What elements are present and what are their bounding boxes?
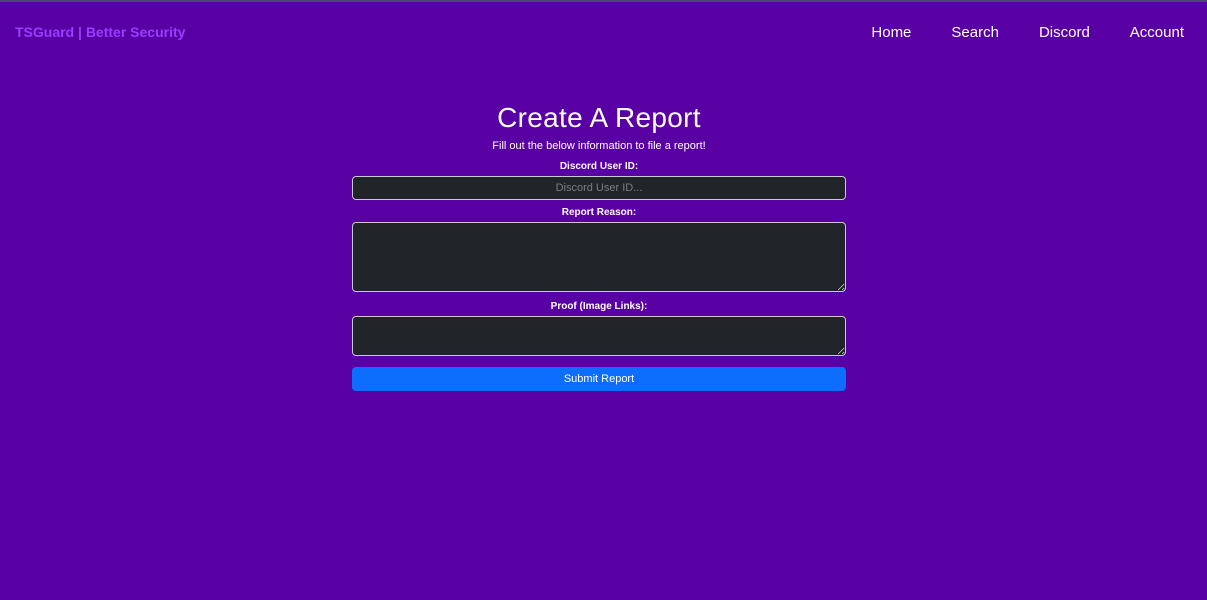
proof-label: Proof (Image Links): xyxy=(550,301,648,312)
report-reason-label: Report Reason: xyxy=(561,207,637,218)
page-title: Create A Report xyxy=(497,102,701,133)
brand-link[interactable]: TSGuard | Better Security xyxy=(15,24,185,40)
nav-link-account[interactable]: Account xyxy=(1130,24,1184,41)
user-id-label: Discord User ID: xyxy=(559,161,639,172)
nav-links: Home Search Discord Account xyxy=(854,24,1207,41)
nav-link-home[interactable]: Home xyxy=(871,24,911,41)
nav-link-search[interactable]: Search xyxy=(951,24,999,41)
proof-textarea[interactable] xyxy=(352,316,846,356)
submit-report-button[interactable]: Submit Report xyxy=(352,367,846,391)
page-subtitle: Fill out the below information to file a… xyxy=(492,140,706,152)
nav-link-discord[interactable]: Discord xyxy=(1039,24,1090,41)
report-form-container: Create A Report Fill out the below infor… xyxy=(352,100,846,391)
report-reason-textarea[interactable] xyxy=(352,222,846,292)
report-form: Discord User ID: Report Reason: Proof (I… xyxy=(352,160,846,391)
user-id-input[interactable] xyxy=(352,176,846,200)
navbar: TSGuard | Better Security Home Search Di… xyxy=(0,2,1207,64)
